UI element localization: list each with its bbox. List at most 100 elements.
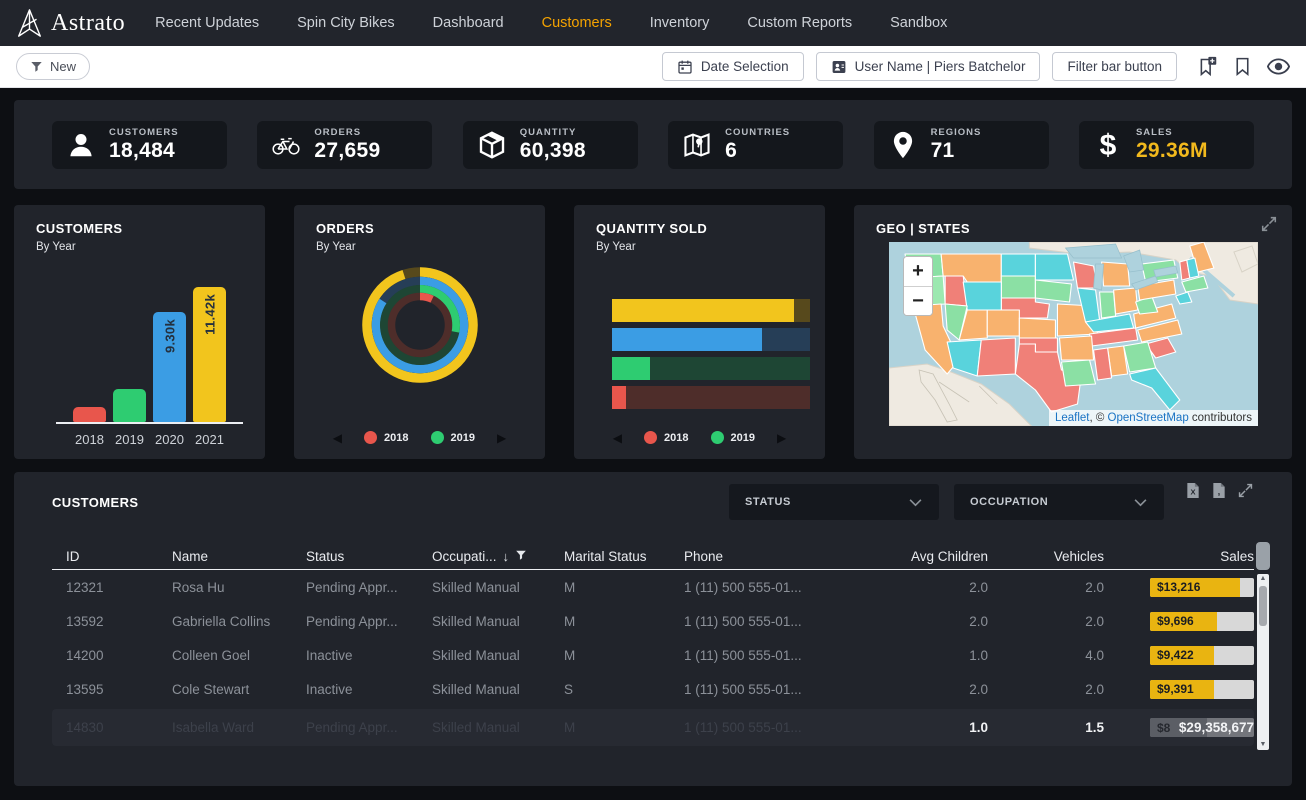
legend-dot bbox=[431, 431, 444, 444]
scrollbar-thumb[interactable] bbox=[1259, 586, 1267, 626]
table-row-14200[interactable]: 14200Colleen GoelInactiveSkilled ManualM… bbox=[52, 638, 1254, 672]
hbar-2019[interactable] bbox=[612, 357, 810, 380]
legend-prev-arrow[interactable]: ◀ bbox=[613, 432, 622, 444]
cell-phone: 1 (11) 500 555-01... bbox=[684, 614, 844, 629]
hbar-fill-2018 bbox=[612, 386, 626, 409]
column-header-status[interactable]: Status bbox=[306, 549, 432, 564]
nav-item-custom-reports[interactable]: Custom Reports bbox=[747, 15, 852, 31]
nav-item-spin-city-bikes[interactable]: Spin City Bikes bbox=[297, 15, 395, 31]
filter-bar-button[interactable]: Filter bar button bbox=[1052, 52, 1177, 81]
table-scrollbar[interactable]: ▲ ▼ bbox=[1256, 542, 1270, 750]
orders-donut-chart[interactable] bbox=[358, 263, 482, 387]
charts-row: CUSTOMERS By Year 9.30k11.42k 2018 2019 20… bbox=[14, 205, 1292, 459]
bookmark-icon[interactable] bbox=[1233, 56, 1252, 77]
customers-table: IDName Status Occupati...↓Marital StatusPh… bbox=[52, 544, 1254, 746]
occupation-dropdown[interactable]: OCCUPATION bbox=[954, 484, 1164, 520]
hbar-2018[interactable] bbox=[612, 386, 810, 409]
scroll-up-arrow[interactable]: ▲ bbox=[1260, 574, 1267, 584]
cell-avg-children: 1.0 bbox=[844, 648, 988, 663]
eye-icon[interactable] bbox=[1267, 58, 1290, 75]
legend-prev-arrow[interactable]: ◀ bbox=[333, 432, 342, 444]
bar-2019[interactable] bbox=[113, 389, 146, 422]
legend-item-2019[interactable]: 2019 bbox=[711, 431, 755, 444]
bar-2021[interactable]: 11.42k bbox=[193, 287, 226, 422]
zoom-in-button[interactable]: + bbox=[904, 257, 932, 286]
expand-icon[interactable] bbox=[1260, 215, 1278, 233]
kpi-value: 27,659 bbox=[314, 139, 380, 163]
bar-2020[interactable]: 9.30k bbox=[153, 312, 186, 422]
column-header-label: Status bbox=[306, 549, 344, 564]
legend-item-2019[interactable]: 2019 bbox=[431, 431, 475, 444]
cell-status: Pending Appr... bbox=[306, 614, 432, 629]
new-filter-label: New bbox=[50, 59, 76, 74]
chart-subtitle: By Year bbox=[14, 241, 265, 253]
chevron-down-icon bbox=[908, 498, 923, 507]
cell-sales: $13,216 bbox=[1104, 578, 1254, 597]
legend-next-arrow[interactable]: ▶ bbox=[497, 432, 506, 444]
scrollbar-track[interactable]: ▲ ▼ bbox=[1257, 574, 1269, 750]
map-icon bbox=[682, 130, 712, 160]
sales-bar: $13,216 bbox=[1150, 578, 1254, 597]
export-csv-icon[interactable]: , bbox=[1211, 482, 1227, 499]
hbar-2020[interactable] bbox=[612, 328, 810, 351]
legend-label: 2018 bbox=[664, 432, 688, 444]
column-header-marital-status[interactable]: Marital Status bbox=[564, 549, 684, 564]
scroll-down-arrow[interactable]: ▼ bbox=[1260, 740, 1267, 750]
kpi-card-orders: ORDERS27,659 bbox=[257, 121, 432, 169]
column-header-phone[interactable]: Phone bbox=[684, 549, 844, 564]
openstreetmap-link[interactable]: OpenStreetMap bbox=[1108, 412, 1189, 424]
date-selection-button[interactable]: Date Selection bbox=[662, 52, 804, 81]
date-selection-label: Date Selection bbox=[701, 59, 789, 74]
nav-items: Recent Updates Spin City Bikes Dashboard Cu… bbox=[155, 15, 947, 31]
cell-phone: 1 (11) 500 555-01... bbox=[684, 648, 844, 663]
expand-icon[interactable] bbox=[1237, 482, 1254, 499]
chart-title: CUSTOMERS bbox=[14, 221, 265, 236]
cell-occupation: Skilled Manual bbox=[432, 648, 564, 663]
user-name-button[interactable]: User Name | Piers Batchelor bbox=[816, 52, 1041, 81]
astrato-logo-icon bbox=[16, 8, 43, 38]
nav-item-inventory[interactable]: Inventory bbox=[650, 15, 710, 31]
column-header-occupati[interactable]: Occupati...↓ bbox=[432, 549, 564, 564]
status-dropdown[interactable]: STATUS bbox=[729, 484, 939, 520]
legend-item-2018[interactable]: 2018 bbox=[644, 431, 688, 444]
us-states-map[interactable] bbox=[889, 242, 1258, 426]
export-excel-icon[interactable]: X bbox=[1185, 482, 1201, 499]
column-header-label: Name bbox=[172, 549, 208, 564]
new-filter-button[interactable]: New bbox=[16, 53, 90, 80]
legend-item-2018[interactable]: 2018 bbox=[364, 431, 408, 444]
column-header-avg-children[interactable]: Avg Children bbox=[844, 549, 988, 564]
nav-item-recent-updates[interactable]: Recent Updates bbox=[155, 15, 259, 31]
table-body: 12321Rosa HuPending Appr...Skilled Manua… bbox=[52, 570, 1254, 706]
nav-item-customers[interactable]: Customers bbox=[542, 15, 612, 31]
column-header-id[interactable]: ID bbox=[52, 549, 172, 564]
leaflet-map[interactable]: + − Leaflet, © OpenStreetMap contributor… bbox=[889, 242, 1258, 426]
customers-table-panel: CUSTOMERS STATUS OCCUPATION X , bbox=[14, 472, 1292, 786]
table-row-13592[interactable]: 13592Gabriella CollinsPending Appr...Ski… bbox=[52, 604, 1254, 638]
ghost-id: 14830 bbox=[52, 720, 172, 735]
nav-item-sandbox[interactable]: Sandbox bbox=[890, 15, 947, 31]
column-filter-icon[interactable] bbox=[515, 549, 527, 564]
table-row-12321[interactable]: 12321Rosa HuPending Appr...Skilled Manua… bbox=[52, 570, 1254, 604]
nav-item-dashboard[interactable]: Dashboard bbox=[433, 15, 504, 31]
column-header-name[interactable]: Name bbox=[172, 549, 306, 564]
column-header-vehicles[interactable]: Vehicles bbox=[988, 549, 1104, 564]
brand-logo[interactable]: Astrato bbox=[16, 8, 125, 38]
cell-id: 14200 bbox=[52, 648, 172, 663]
legend-label: 2019 bbox=[731, 432, 755, 444]
sort-descending-icon[interactable]: ↓ bbox=[503, 549, 510, 564]
kpi-card-countries: COUNTRIES6 bbox=[668, 121, 843, 169]
bar-2018[interactable] bbox=[73, 407, 106, 422]
legend-next-arrow[interactable]: ▶ bbox=[777, 432, 786, 444]
leaflet-link[interactable]: Leaflet bbox=[1055, 412, 1090, 424]
sales-bar: $9,696 bbox=[1150, 612, 1254, 631]
user-card-icon bbox=[831, 59, 847, 75]
sales-amount: $9,391 bbox=[1157, 682, 1194, 696]
bookmark-add-icon[interactable] bbox=[1197, 56, 1218, 77]
user-icon bbox=[66, 130, 96, 160]
hbar-2021[interactable] bbox=[612, 299, 810, 322]
column-header-sales[interactable]: Sales bbox=[1104, 549, 1254, 564]
table-row-13595[interactable]: 13595Cole StewartInactiveSkilled ManualS… bbox=[52, 672, 1254, 706]
kpi-text: ORDERS27,659 bbox=[314, 127, 380, 163]
sales-amount: $9,422 bbox=[1157, 648, 1194, 662]
zoom-out-button[interactable]: − bbox=[904, 286, 932, 315]
